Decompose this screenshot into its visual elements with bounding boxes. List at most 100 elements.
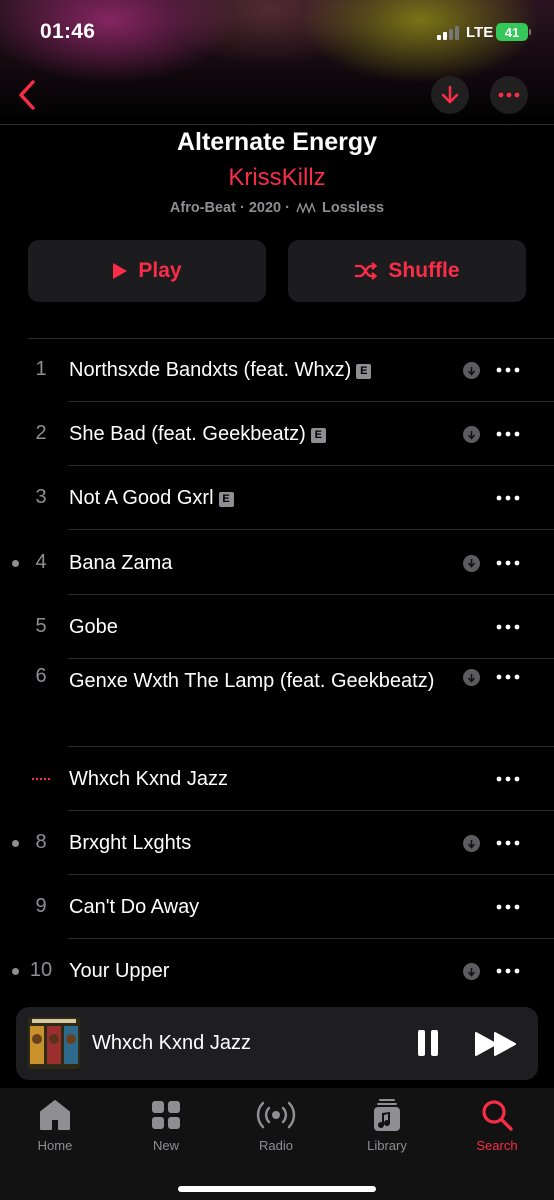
track-title-text: She Bad (feat. Geekbeatz): [69, 423, 306, 445]
track-row[interactable]: 6 Genxe Wxth The Lamp (feat. Geekbeatz): [0, 659, 554, 747]
downloaded-icon: [463, 669, 480, 686]
battery-tip: [529, 29, 531, 35]
home-indicator[interactable]: [178, 1186, 376, 1192]
track-title-text: Not A Good Gxrl: [69, 487, 214, 509]
track-more-icon[interactable]: [496, 674, 520, 680]
new-indicator-dot: [12, 559, 19, 567]
track-title: Bana Zama: [69, 550, 439, 577]
genre-year: Afro-Beat · 2020 ·: [169, 200, 290, 216]
play-button[interactable]: Play: [28, 240, 266, 302]
shuffle-icon: [355, 262, 378, 280]
track-more-icon[interactable]: [496, 968, 520, 974]
track-title: Your Upper: [69, 958, 439, 985]
next-track-button[interactable]: [474, 1031, 518, 1057]
new-indicator-dot: [12, 968, 19, 975]
track-number: 10: [29, 959, 53, 981]
track-more-icon[interactable]: [496, 495, 520, 501]
track-title: Not A Good Gxrl E: [69, 485, 439, 512]
tab-search[interactable]: Search: [452, 1098, 542, 1153]
shuffle-button[interactable]: Shuffle: [288, 240, 526, 302]
album-meta: Afro-Beat · 2020 · Lossless: [0, 200, 554, 216]
lossless-icon: [296, 202, 316, 214]
track-title-text: Northsxde Bandxts (feat. Whxz): [69, 359, 352, 381]
track-row[interactable]: Whxch Kxnd Jazz: [0, 747, 554, 811]
play-label: Play: [138, 259, 182, 282]
download-album-button[interactable]: [431, 76, 469, 114]
now-playing-icon: [32, 778, 54, 782]
downloaded-icon: [463, 963, 480, 980]
track-title-text: Gobe: [69, 616, 118, 638]
track-number: 1: [35, 358, 47, 380]
explicit-badge: E: [310, 428, 326, 443]
track-title: Whxch Kxnd Jazz: [69, 766, 439, 793]
tab-bar: Home New Radio Library Search: [0, 1088, 554, 1200]
track-title: Brxght Lxghts: [69, 830, 439, 857]
track-title: Genxe Wxth The Lamp (feat. Geekbeatz): [69, 668, 439, 695]
chevron-left-icon: [19, 80, 35, 110]
mini-player[interactable]: Whxch Kxnd Jazz: [16, 1007, 538, 1080]
album-artwork[interactable]: [28, 1017, 80, 1069]
tab-library[interactable]: Library: [342, 1098, 432, 1153]
downloaded-icon: [463, 362, 480, 379]
track-title-text: Brxght Lxghts: [69, 832, 192, 854]
track-number: 8: [35, 831, 47, 853]
track-number: 6: [35, 665, 47, 687]
radio-icon: [256, 1101, 296, 1129]
network-label: LTE: [466, 24, 494, 41]
track-more-icon[interactable]: [496, 367, 520, 373]
track-title-text: Bana Zama: [69, 551, 173, 574]
download-arrow-icon: [441, 85, 459, 104]
grid-icon: [152, 1101, 180, 1129]
album-title: Alternate Energy: [176, 128, 378, 156]
downloaded-icon: [463, 835, 480, 852]
library-icon: [374, 1099, 400, 1131]
track-more-icon[interactable]: [496, 624, 520, 630]
track-more-icon[interactable]: [496, 776, 520, 782]
lossless-label: Lossless: [322, 200, 385, 216]
track-title-text: Whxch Kxnd Jazz: [69, 768, 228, 790]
artist-link[interactable]: KrissKillz: [0, 164, 554, 192]
track-row[interactable]: 8 Brxght Lxghts: [0, 811, 554, 875]
track-more-icon[interactable]: [496, 904, 520, 910]
track-title-text: Genxe Wxth The Lamp (feat. Geekbeatz): [69, 670, 435, 692]
track-row[interactable]: 3 Not A Good Gxrl E: [0, 466, 554, 530]
album-art-image: [28, 1017, 80, 1069]
explicit-badge: E: [356, 364, 372, 379]
track-row[interactable]: 2 She Bad (feat. Geekbeatz) E: [0, 402, 554, 466]
track-more-icon[interactable]: [496, 840, 520, 846]
header-background: [0, 0, 554, 125]
tab-radio[interactable]: Radio: [231, 1098, 321, 1153]
pause-icon: [418, 1030, 438, 1056]
track-number: 9: [35, 895, 47, 917]
track-title-text: Can't Do Away: [69, 896, 200, 918]
track-row[interactable]: 5 Gobe: [0, 595, 554, 659]
tab-label-search: Search: [476, 1138, 518, 1153]
track-row[interactable]: 10 Your Upper: [0, 939, 554, 1003]
tab-home[interactable]: Home: [10, 1098, 100, 1153]
track-row[interactable]: 9 Can't Do Away: [0, 875, 554, 939]
explicit-badge: E: [218, 492, 234, 507]
track-title: Northsxde Bandxts (feat. Whxz) E: [69, 357, 439, 384]
track-number: 2: [35, 422, 47, 444]
pause-button[interactable]: [416, 1029, 440, 1057]
track-row[interactable]: 1 Northsxde Bandxts (feat. Whxz) E: [0, 338, 554, 402]
track-more-icon[interactable]: [496, 431, 520, 437]
signal-icon: [437, 26, 459, 40]
track-more-icon[interactable]: [496, 560, 520, 566]
track-number: 3: [35, 486, 47, 508]
track-row[interactable]: 4 Bana Zama: [0, 530, 554, 595]
track-title: Can't Do Away: [69, 894, 439, 921]
now-playing-title[interactable]: Whxch Kxnd Jazz: [92, 1032, 251, 1055]
battery-level: 41: [504, 24, 520, 40]
battery-icon: 41: [496, 23, 528, 41]
back-button[interactable]: [14, 78, 44, 112]
tab-new[interactable]: New: [121, 1098, 211, 1153]
header-divider: [0, 124, 554, 125]
fast-forward-icon: [475, 1032, 516, 1056]
search-icon: [482, 1100, 513, 1131]
tab-label-new: New: [152, 1138, 179, 1153]
tab-label-library: Library: [367, 1138, 407, 1153]
ellipsis-icon: [498, 92, 520, 98]
track-number: 4: [35, 550, 47, 573]
more-options-button[interactable]: [490, 76, 528, 114]
